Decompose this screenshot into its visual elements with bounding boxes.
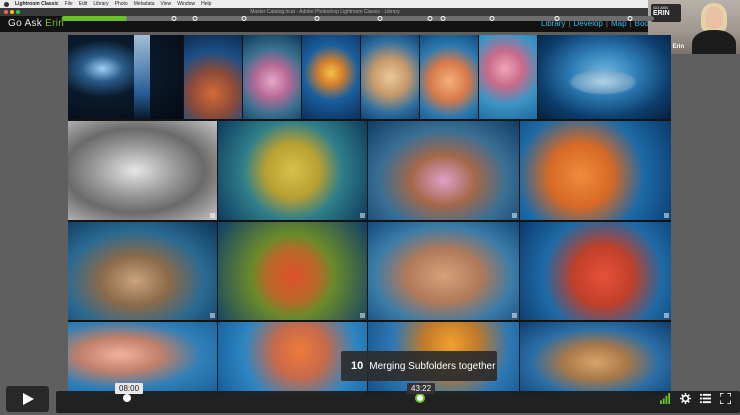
mac-menu-bar: Lightroom Classic File Edit Library Phot… [0,0,740,8]
presenter-face [705,7,723,29]
menu-file[interactable]: File [65,1,73,7]
chapter-marker[interactable] [554,16,560,21]
player-right-controls [660,393,731,404]
badge-icon [210,213,215,218]
menu-metadata[interactable]: Metadata [134,1,155,7]
photo-thumbnail[interactable] [218,222,367,320]
badge-icon [664,213,669,218]
badge-icon [512,213,517,218]
window-controls [4,10,20,14]
presenter-body [692,30,736,54]
seek-handle[interactable] [123,394,131,402]
gear-icon[interactable] [680,393,691,404]
chapter-marker[interactable] [440,16,446,21]
seek-bar[interactable] [61,16,654,21]
photo-thumbnail[interactable] [538,35,671,119]
photo-thumbnail[interactable] [368,222,519,320]
menu-library[interactable]: Library [93,1,108,7]
video-player-controls [0,384,740,415]
photo-thumbnail[interactable] [420,35,478,119]
chapter-marker[interactable] [377,16,383,21]
chapter-marker[interactable] [61,16,67,21]
window-title: Master Catalog.lrcat - Adobe Photoshop L… [250,9,400,15]
chapter-marker[interactable] [427,16,433,21]
video-player-screen: Lightroom Classic File Edit Library Phot… [0,0,740,415]
go-ask-erin-logo: GO ASK ERIN [651,4,681,22]
photo-thumbnail[interactable] [68,222,217,320]
photo-thumbnail[interactable] [243,35,301,119]
badge-icon [360,313,365,318]
apple-icon[interactable] [4,1,9,7]
chapter-marker[interactable] [489,16,495,21]
menu-photo[interactable]: Photo [115,1,128,7]
photo-thumbnail[interactable] [302,35,360,119]
logo-line2: ERIN [653,10,670,17]
hover-marker [415,393,425,403]
close-window-icon[interactable] [4,10,8,14]
control-bar [56,391,740,413]
photo-thumbnail[interactable] [361,35,419,119]
minimize-window-icon[interactable] [10,10,14,14]
photo-thumbnail[interactable] [520,222,671,320]
photo-thumbnail[interactable] [184,35,242,119]
signal-icon[interactable] [660,393,671,404]
menu-help[interactable]: Help [201,1,211,7]
chapter-marker[interactable] [241,16,247,21]
chapter-marker[interactable] [99,16,105,21]
badge-icon [512,313,517,318]
menu-view[interactable]: View [161,1,172,7]
brand-prefix: Go Ask [8,18,46,29]
chapter-title-overlay: 10 Merging Subfolders together [341,351,497,381]
photo-thumbnail[interactable] [68,121,217,220]
photo-thumbnail[interactable] [479,35,537,119]
chapter-title: Merging Subfolders together [369,360,496,372]
menu-edit[interactable]: Edit [79,1,88,7]
photo-thumbnail[interactable] [218,121,367,220]
playlist-icon[interactable] [700,393,711,404]
chapter-marker[interactable] [627,16,633,21]
chapter-marker[interactable] [171,16,177,21]
chapter-marker[interactable] [69,16,75,21]
menu-window[interactable]: Window [177,1,195,7]
chapter-marker[interactable] [192,16,198,21]
chapter-number: 10 [351,360,364,372]
badge-icon [210,313,215,318]
photo-thumbnail[interactable] [520,121,671,220]
current-time-label: 08:00 [115,383,144,394]
badge-icon [664,313,669,318]
menu-app[interactable]: Lightroom Classic [15,1,59,7]
fullscreen-icon[interactable] [720,393,731,404]
photo-thumbnail[interactable] [368,121,519,220]
window-title-bar: Master Catalog.lrcat - Adobe Photoshop L… [0,8,650,16]
hover-time-label: 43:22 [407,383,436,394]
zoom-window-icon[interactable] [16,10,20,14]
play-button[interactable] [6,386,49,412]
photo-grid [68,35,671,395]
play-icon [22,393,34,405]
identity-plate: Go Ask Erin [8,18,64,29]
photo-thumbnail[interactable] [68,35,183,119]
badge-icon [360,213,365,218]
chapter-marker[interactable] [314,16,320,21]
